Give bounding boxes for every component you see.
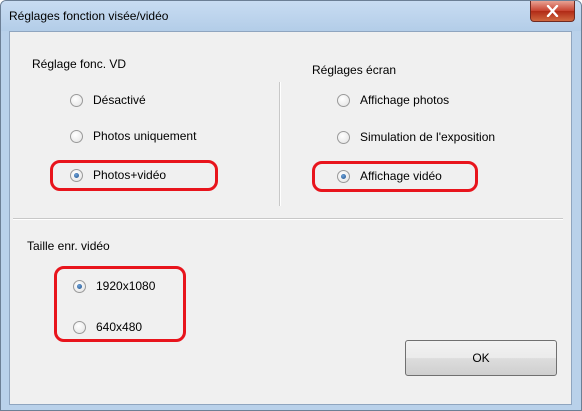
radio-button[interactable]	[70, 129, 83, 143]
radio-button[interactable]	[337, 130, 350, 144]
radio-vd-photos-only[interactable]: Photos uniquement	[70, 128, 196, 144]
size-group-label: Taille enr. vidéo	[27, 239, 110, 253]
radio-button[interactable]	[337, 93, 350, 107]
radio-label: Photos uniquement	[93, 129, 197, 143]
radio-button[interactable]	[73, 320, 86, 334]
radio-label: Affichage photos	[360, 93, 450, 107]
horizontal-divider	[13, 218, 563, 220]
radio-button-selected[interactable]	[337, 169, 350, 183]
radio-screen-photos[interactable]: Affichage photos	[337, 92, 449, 108]
close-icon	[546, 5, 559, 17]
radio-button[interactable]	[70, 93, 83, 107]
radio-label: Photos+vidéo	[93, 168, 167, 182]
vd-group-label: Réglage fonc. VD	[32, 57, 127, 71]
dialog-window: Réglages fonction visée/vidéo Réglage fo…	[0, 0, 582, 411]
radio-label: Simulation de l'exposition	[360, 130, 496, 144]
ok-button[interactable]: OK	[405, 340, 557, 376]
vertical-divider	[279, 82, 281, 206]
close-button[interactable]	[530, 1, 575, 22]
dialog-content: Réglage fonc. VD Désactivé Photos unique…	[9, 31, 572, 405]
radio-button-selected[interactable]	[73, 279, 86, 293]
radio-vd-disabled[interactable]: Désactivé	[70, 92, 146, 108]
ok-button-label: OK	[472, 351, 490, 365]
radio-label: Désactivé	[93, 93, 146, 107]
screen-group-label: Réglages écran	[312, 63, 397, 77]
radio-screen-video[interactable]: Affichage vidéo	[337, 168, 442, 184]
radio-size-640x480[interactable]: 640x480	[73, 319, 142, 335]
radio-label: Affichage vidéo	[360, 169, 442, 183]
radio-vd-photos-video[interactable]: Photos+vidéo	[70, 167, 166, 183]
radio-label: 1920x1080	[96, 279, 156, 293]
radio-label: 640x480	[96, 320, 143, 334]
radio-button-selected[interactable]	[70, 168, 83, 182]
window-title: Réglages fonction visée/vidéo	[9, 9, 169, 23]
title-bar[interactable]: Réglages fonction visée/vidéo	[1, 1, 581, 31]
radio-size-1920x1080[interactable]: 1920x1080	[73, 278, 155, 294]
radio-screen-exposure-sim[interactable]: Simulation de l'exposition	[337, 129, 495, 145]
